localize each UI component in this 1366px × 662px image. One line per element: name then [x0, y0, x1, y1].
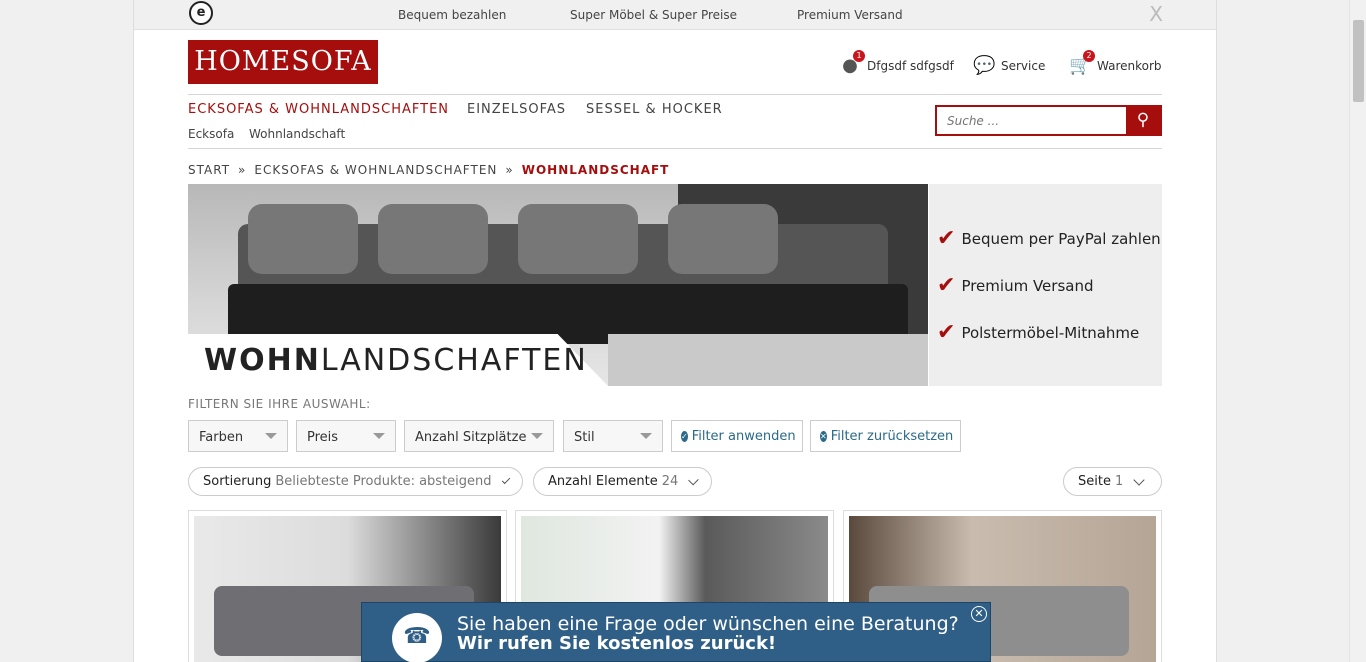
account-link[interactable]: ● 1 Dfgsdf sdfgsdf: [839, 50, 954, 76]
caret-down-icon: [531, 433, 543, 439]
sort-dropdown[interactable]: Sortierung Beliebteste Produkte: absteig…: [188, 467, 523, 496]
hero-banner: WOHNLANDSCHAFTEN: [188, 184, 928, 386]
subnav-wohnlandschaft[interactable]: Wohnlandschaft: [249, 127, 345, 141]
account-label: Dfgsdf sdfgsdf: [867, 59, 954, 73]
nav-einzelsofas[interactable]: EINZELSOFAS: [467, 102, 566, 117]
check-circle-icon: ✓: [681, 430, 688, 442]
breadcrumb: START » ECKSOFAS & WOHNLANDSCHAFTEN » WO…: [188, 163, 669, 177]
cart-link[interactable]: 🛒 2 Warenkorb: [1069, 50, 1162, 76]
usp-prices: Super Möbel & Super Preise: [570, 8, 738, 22]
cart-label: Warenkorb: [1097, 59, 1162, 73]
filter-preis-dropdown[interactable]: Preis: [296, 420, 396, 452]
nav-sessel-hocker[interactable]: SESSEL & HOCKER: [586, 102, 723, 117]
checkmark-icon: ✔: [937, 226, 956, 251]
trusted-shops-seal-icon[interactable]: e: [189, 1, 213, 25]
breadcrumb-separator: »: [505, 163, 514, 177]
close-circle-icon[interactable]: ✕: [971, 606, 987, 622]
usp-payment: Bequem bezahlen: [398, 8, 507, 22]
checkmark-icon: ✔: [937, 320, 956, 345]
promo-item: ✔ Bequem per PayPal zahlen: [937, 226, 1161, 251]
service-label: Service: [1001, 59, 1046, 73]
service-link[interactable]: 💬 Service: [973, 56, 1045, 76]
header-divider: [188, 94, 1162, 95]
caret-down-icon: [373, 433, 385, 439]
promo-item: ✔ Premium Versand: [937, 273, 1094, 298]
checkmark-icon: ✔: [937, 273, 956, 298]
homesofa-logo[interactable]: HOMESOFA: [188, 40, 378, 84]
subnav-ecksofa[interactable]: Ecksofa: [188, 127, 234, 141]
nav-ecksofas[interactable]: ECKSOFAS & WOHNLANDSCHAFTEN: [188, 102, 449, 117]
reset-filter-button[interactable]: ✕ Filter zurücksetzen: [810, 420, 961, 452]
search-icon: ⚲: [1136, 110, 1150, 130]
top-usp-bar: e Bequem bezahlen Super Möbel & Super Pr…: [134, 0, 1216, 30]
breadcrumb-current: WOHNLANDSCHAFT: [521, 163, 670, 177]
user-icon: ● 1: [839, 50, 865, 76]
callback-cta: Wir rufen Sie kostenlos zurück!: [457, 633, 777, 654]
callback-question: Sie haben eine Frage oder wünschen eine …: [457, 613, 959, 635]
hero-title: WOHNLANDSCHAFTEN: [204, 343, 588, 378]
chat-bubbles-icon: 💬: [973, 55, 996, 76]
caret-down-icon: [640, 433, 652, 439]
search-input[interactable]: [937, 107, 1127, 134]
headset-icon: ☎: [392, 613, 442, 662]
page-dropdown[interactable]: Seite 1: [1063, 467, 1162, 496]
search-button[interactable]: ⚲: [1126, 107, 1160, 134]
caret-down-icon: [265, 433, 277, 439]
nav-divider: [188, 148, 1162, 149]
filter-sitzplaetze-dropdown[interactable]: Anzahl Sitzplätze: [404, 420, 554, 452]
page-scrollbar[interactable]: [1349, 0, 1366, 662]
usp-shipping: Premium Versand: [797, 8, 903, 22]
apply-filter-button[interactable]: ✓ Filter anwenden: [671, 420, 803, 452]
close-topbar-button[interactable]: X: [1149, 2, 1163, 26]
chevron-down-icon: [688, 474, 699, 485]
filter-farben-dropdown[interactable]: Farben: [188, 420, 288, 452]
promo-item: ✔ Polstermöbel-Mitnahme: [937, 320, 1140, 345]
scrollbar-thumb[interactable]: [1353, 20, 1364, 102]
filter-label: FILTERN SIE IHRE AUSWAHL:: [188, 397, 371, 411]
promo-box: ✔ Bequem per PayPal zahlen ✔ Premium Versa…: [929, 184, 1162, 386]
cart-badge: 2: [1083, 50, 1095, 62]
search-box: ⚲: [935, 105, 1162, 136]
filter-stil-dropdown[interactable]: Stil: [563, 420, 663, 452]
account-badge: 1: [853, 50, 865, 62]
breadcrumb-category[interactable]: ECKSOFAS & WOHNLANDSCHAFTEN: [254, 163, 497, 177]
callback-banner[interactable]: ☎ Sie haben eine Frage oder wünschen ein…: [361, 602, 991, 662]
chevron-down-icon: [501, 475, 511, 484]
page: e Bequem bezahlen Super Möbel & Super Pr…: [133, 0, 1217, 662]
breadcrumb-separator: »: [238, 163, 247, 177]
x-circle-icon: ✕: [820, 430, 827, 442]
cart-icon: 🛒 2: [1069, 50, 1095, 76]
count-dropdown[interactable]: Anzahl Elemente 24: [533, 467, 712, 496]
breadcrumb-start[interactable]: START: [188, 163, 230, 177]
chevron-down-icon: [1133, 473, 1145, 486]
